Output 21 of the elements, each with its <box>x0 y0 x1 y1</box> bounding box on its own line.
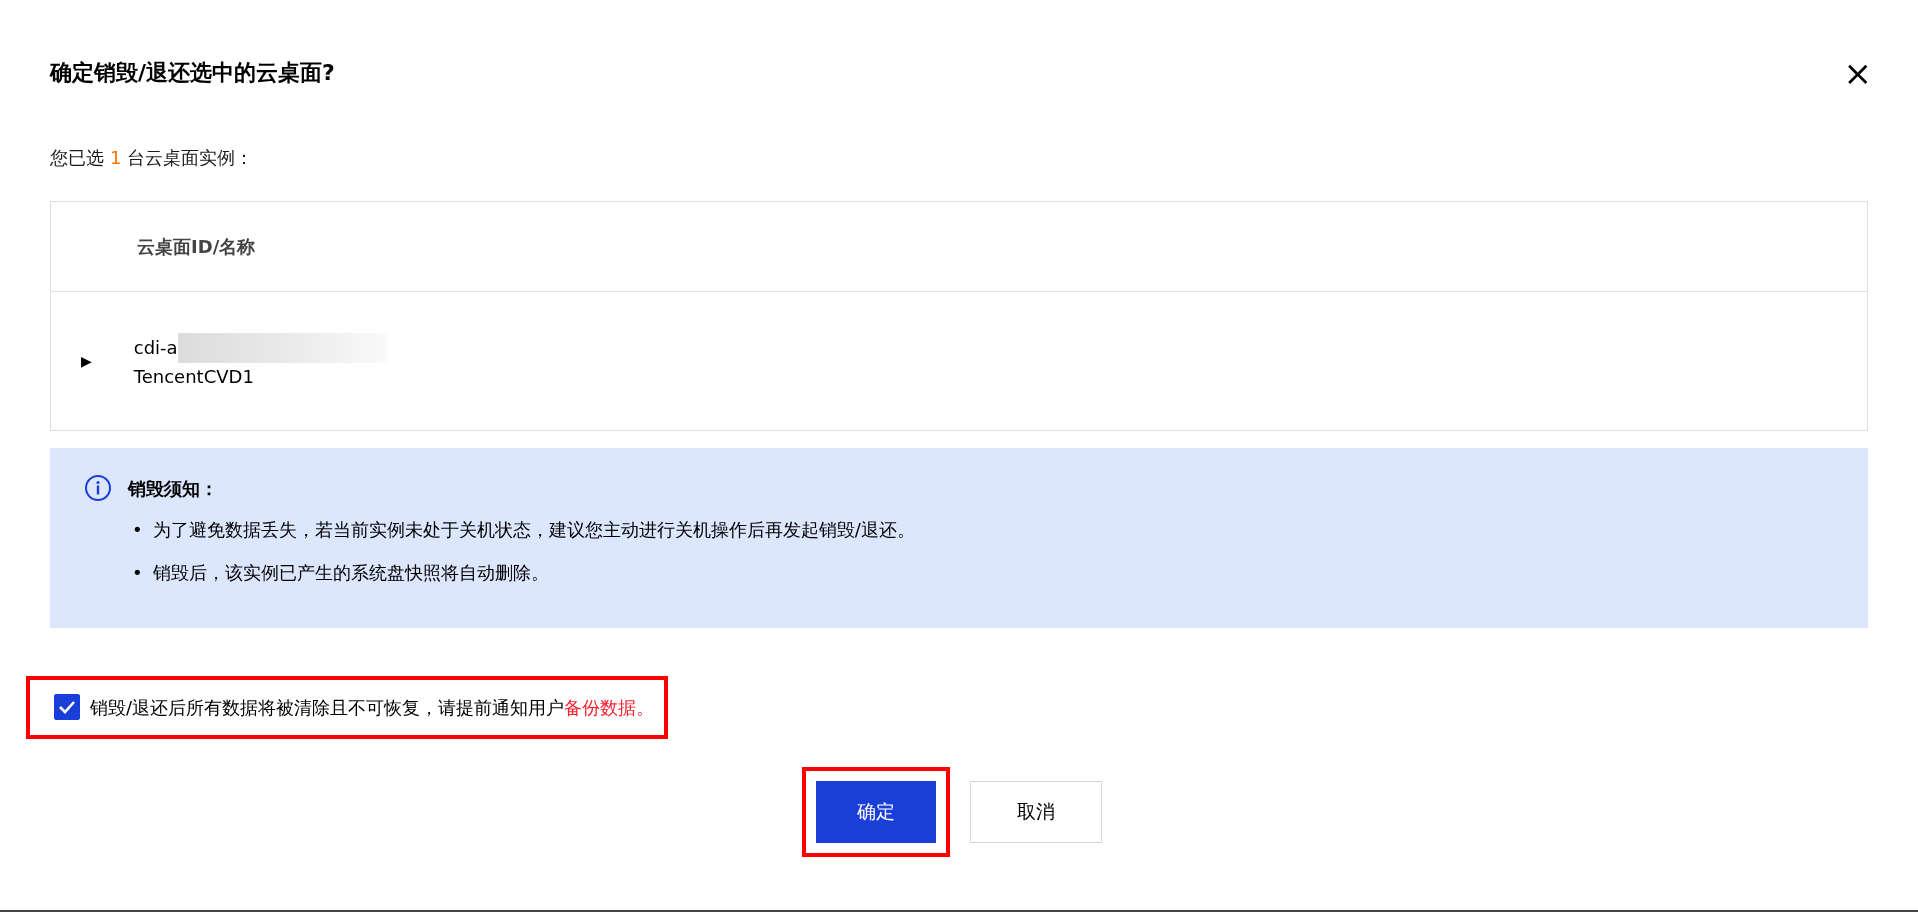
cancel-button[interactable]: 取消 <box>970 780 1102 843</box>
dialog-title: 确定销毁/退还选中的云桌面? <box>50 59 335 87</box>
instance-name: TencentCVD1 <box>133 364 255 389</box>
confirm-button[interactable]: 确定 <box>816 780 936 843</box>
notice-title: 销毁须知： <box>128 476 218 501</box>
selection-label: 台云桌面实例： <box>127 147 254 168</box>
close-button[interactable]: × <box>1839 56 1876 90</box>
agreement-checkbox[interactable] <box>54 694 80 721</box>
notice-item: 为了避免数据丢失，若当前实例未处于关机状态，建议您主动进行关机操作后再发起销毁/退还。 <box>152 518 915 542</box>
info-icon <box>84 474 112 502</box>
column-header: 云桌面ID/名称 <box>137 235 256 259</box>
backup-link[interactable]: 备份数据。 <box>564 696 655 718</box>
selection-count: 1 <box>110 147 122 168</box>
bullet-icon: • <box>132 516 143 545</box>
instance-id: cdi-a <box>133 336 178 360</box>
check-icon <box>58 700 76 715</box>
expand-toggle[interactable]: ▶ <box>81 350 92 372</box>
agreement-text: 销毁/退还后所有数据将被清除且不可恢复，请提前通知用户备份数据。 <box>90 695 655 720</box>
notice-item: 销毁后，该实例已产生的系统盘快照将自动删除。 <box>152 560 549 585</box>
bullet-icon: • <box>132 558 143 588</box>
selection-label: 您已选 <box>50 147 104 168</box>
